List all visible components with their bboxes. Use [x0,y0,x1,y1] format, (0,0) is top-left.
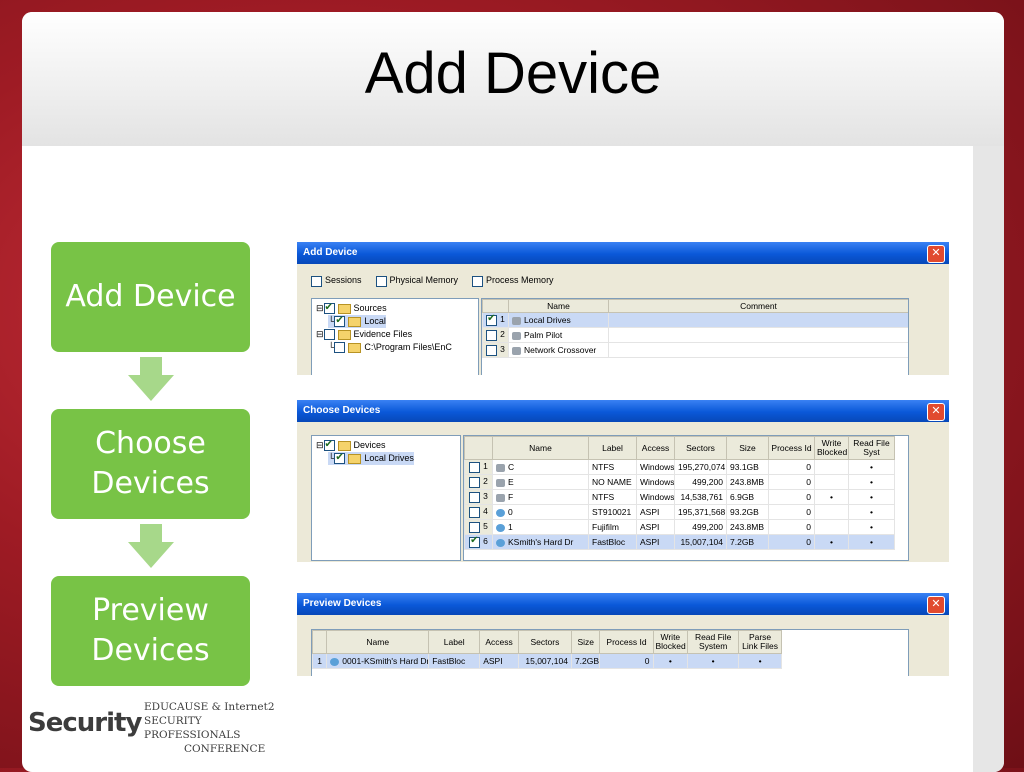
row-checkbox[interactable] [486,329,498,341]
column-header-label[interactable]: Label [428,630,481,654]
row-checkbox[interactable] [469,536,481,548]
down-arrow-icon [128,524,174,568]
drive-icon [496,493,505,502]
table-row[interactable]: 4 0 ST910021 ASPI 195,371,568 93.2GB 0 • [464,504,895,520]
row-checkbox[interactable] [469,476,481,488]
window-title: Add Device [297,242,949,264]
slide-title: Add Device [364,41,662,106]
close-icon[interactable]: ✕ [927,245,945,263]
preview-grid: Name Label Access Sectors Size Process I… [311,629,909,676]
choose-devices-window: Choose Devices ✕ ⊟Devices └Local Drives … [297,400,949,562]
flow-step-add-device: Add Device [51,242,250,352]
drive-icon [512,316,521,325]
table-row[interactable]: 1 C NTFS Windows 195,270,074 93.1GB 0 • [464,459,895,475]
physical-memory-checkbox[interactable]: Physical Memory [375,275,458,287]
drive-icon [496,463,505,472]
add-device-window: Add Device ✕ Sessions Physical Memory Pr… [297,242,949,375]
column-header-parse-link-files[interactable]: Parse Link Files [738,630,782,654]
tree-node-local[interactable]: └Local [328,314,386,328]
column-header-access[interactable]: Access [479,630,519,654]
devices-tree: ⊟Devices └Local Drives [311,435,461,561]
flow-step-choose-devices: Choose Devices [51,409,250,519]
folder-icon [348,342,362,353]
table-row[interactable]: 1Local Drives [482,312,908,328]
column-header-read-file-system[interactable]: Read File Syst [848,436,895,460]
table-row[interactable]: 3 Network Crossover [482,342,908,358]
folder-icon [348,453,362,464]
column-header-write-blocked[interactable]: Write Blocked [652,630,689,654]
table-row[interactable]: 2 Palm Pilot [482,327,908,343]
table-row[interactable]: 2 E NO NAME Windows 499,200 243.8MB 0 • [464,474,895,490]
folder-icon [337,440,351,451]
column-header-sectors[interactable]: Sectors [674,436,727,460]
column-header-size[interactable]: Size [570,630,601,654]
column-header-process-id[interactable]: Process Id [768,436,815,460]
column-header-process-id[interactable]: Process Id [599,630,654,654]
conference-logo: Security EDUCAUSE & Internet2 SECURITY P… [28,700,278,756]
network-icon [512,346,521,355]
sessions-checkbox[interactable]: Sessions [311,275,362,287]
slide-side-panel [973,146,1004,772]
source-type-options: Sessions Physical Memory Process Memory [297,270,949,292]
column-header-sectors[interactable]: Sectors [517,630,572,654]
drive-icon [496,508,505,517]
column-header-write-blocked[interactable]: Write Blocked [814,436,849,460]
flow-step-preview-devices: Preview Devices [51,576,250,686]
logo-subtitle: EDUCAUSE & Internet2 SECURITY PROFESSION… [144,701,275,755]
row-checkbox[interactable] [469,506,481,518]
column-header-read-file-system[interactable]: Read File System [687,630,740,654]
preview-devices-window: Preview Devices ✕ Name Label Access Sect… [297,593,949,676]
tree-node-evidence-files[interactable]: ⊟ Evidence Files [316,328,412,341]
tree-node-sources[interactable]: ⊟Sources [316,301,387,315]
drive-icon [330,657,340,666]
process-memory-checkbox[interactable]: Process Memory [472,275,554,287]
devices-grid: Name Label Access Sectors Size Process I… [463,435,909,561]
drive-icon [496,538,505,547]
tree-node-program-files[interactable]: └ C:\Program Files\EnC [328,341,452,354]
row-checkbox[interactable] [469,521,481,533]
close-icon[interactable]: ✕ [927,596,945,614]
folder-icon [337,303,351,314]
column-header-label[interactable]: Label [588,436,637,460]
row-checkbox[interactable] [486,344,498,356]
window-title: Preview Devices [297,593,949,615]
row-checkbox[interactable] [486,314,498,326]
table-row[interactable]: 3 F NTFS Windows 14,538,761 6.9GB 0 • • [464,489,895,505]
table-row[interactable]: 1 0001-KSmith's Hard Dr FastBloc ASPI 15… [312,653,782,669]
down-arrow-icon [128,357,174,401]
palm-icon [512,331,521,340]
table-row[interactable]: 6KSmith's Hard DrFastBlocASPI15,007,1047… [464,534,895,550]
folder-icon [348,316,362,327]
row-checkbox[interactable] [469,461,481,473]
table-row[interactable]: 5 1 Fujifilm ASPI 499,200 243.8MB 0 • [464,519,895,535]
column-header-comment[interactable]: Comment [608,299,908,313]
drive-icon [496,523,505,532]
row-checkbox[interactable] [469,491,481,503]
sources-tree: ⊟Sources └Local ⊟Evidence Files └C:\Prog… [311,298,479,375]
window-title: Choose Devices [297,400,949,422]
tree-node-devices[interactable]: ⊟Devices [316,438,386,452]
tree-node-local-drives[interactable]: └Local Drives [328,451,414,465]
close-icon[interactable]: ✕ [927,403,945,421]
folder-icon [337,329,351,340]
drive-icon [496,478,505,487]
column-header-name[interactable]: Name [492,436,589,460]
logo-security-text: Security [28,708,142,738]
column-header-name[interactable]: Name [326,630,430,654]
column-header-size[interactable]: Size [726,436,769,460]
column-header-access[interactable]: Access [636,436,675,460]
column-header-name[interactable]: Name [508,299,609,313]
source-grid: NameComment 1Local Drives 2Palm Pilot 3N… [481,298,909,375]
